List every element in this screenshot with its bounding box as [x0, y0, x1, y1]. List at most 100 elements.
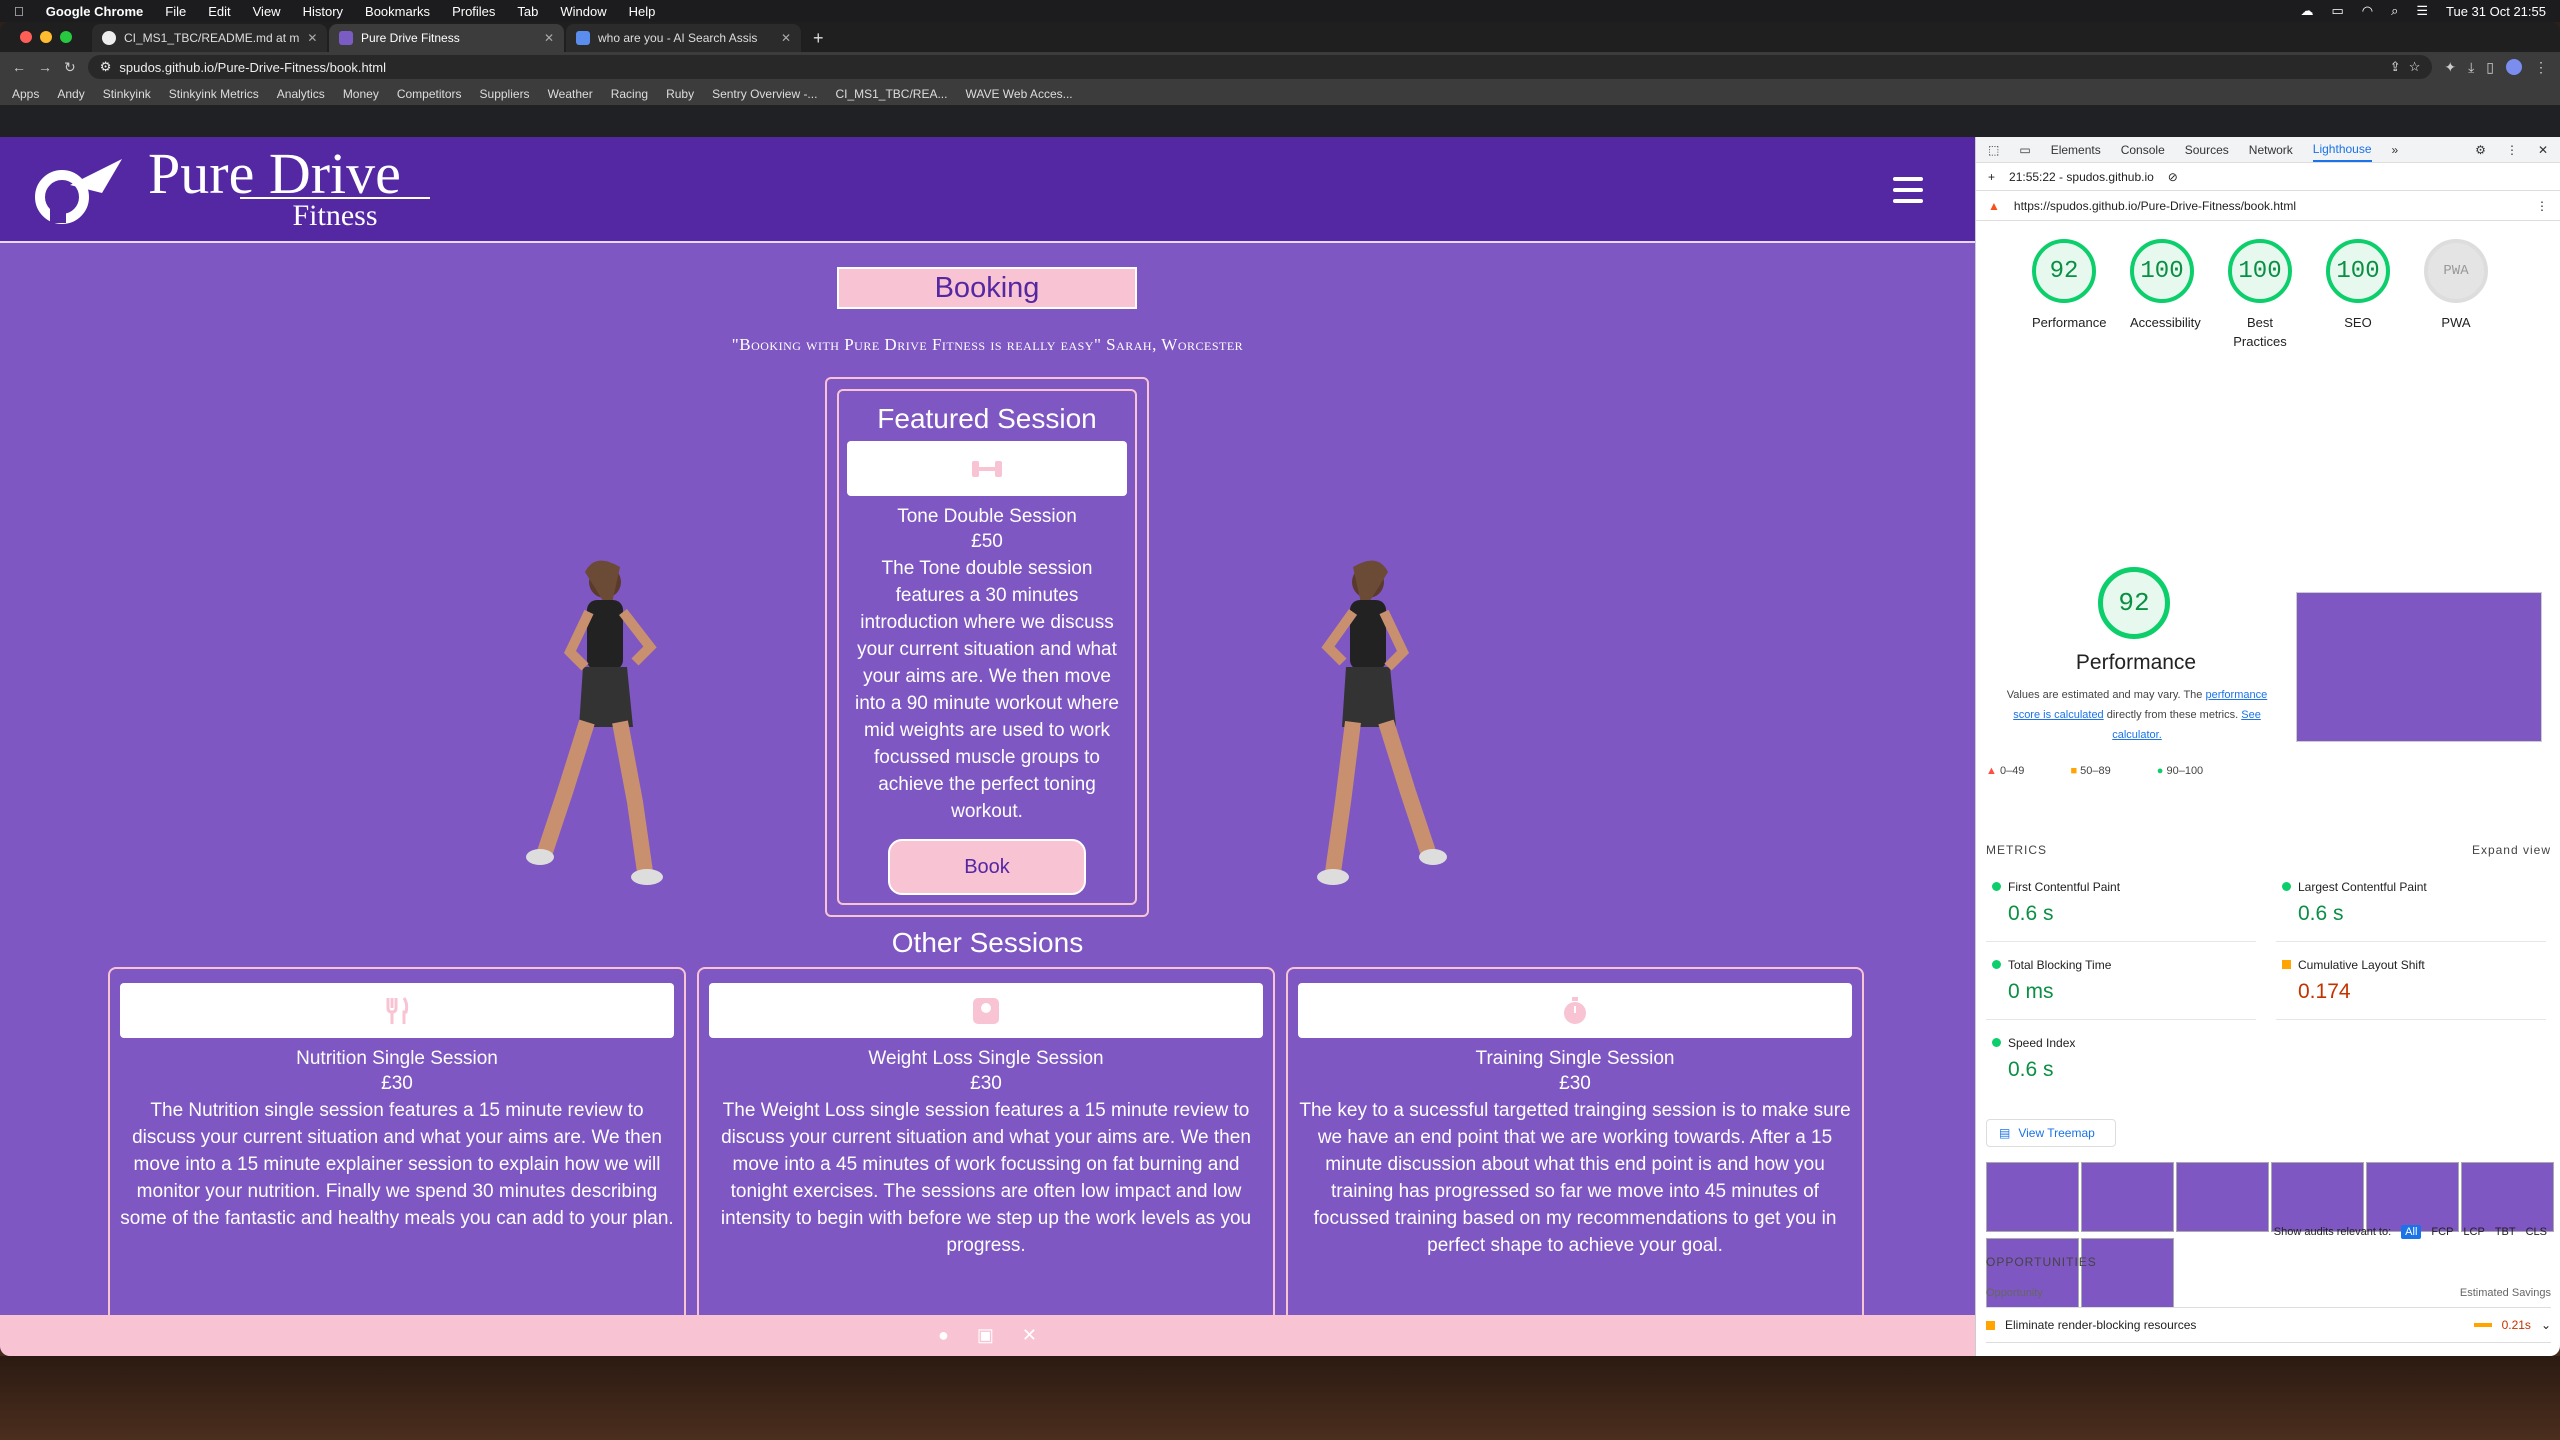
- bookmark-star-icon[interactable]: ☆: [2409, 59, 2421, 75]
- extensions-icon[interactable]: ✦: [2444, 59, 2456, 76]
- bookmark-folder[interactable]: Money: [343, 87, 379, 101]
- close-tab-icon[interactable]: ✕: [781, 31, 791, 45]
- forward-icon[interactable]: →: [38, 59, 52, 75]
- logo-title[interactable]: Pure Drive: [148, 145, 401, 203]
- download-icon[interactable]: ⤓: [2468, 59, 2474, 76]
- tab-elements[interactable]: Elements: [2051, 143, 2101, 157]
- session-description: The Weight Loss single session features …: [720, 1100, 1252, 1256]
- book-button[interactable]: Book: [888, 839, 1086, 895]
- facebook-icon[interactable]: ●: [938, 1325, 949, 1346]
- report-selector[interactable]: 21:55:22 - spudos.github.io: [2009, 170, 2154, 184]
- chrome-menu-icon[interactable]: ⋮: [2534, 59, 2548, 76]
- bookmark-link[interactable]: Sentry Overview -...: [712, 87, 817, 101]
- metric-fcp: First Contentful Paint 0.6 s: [1986, 872, 2256, 942]
- menu-edit[interactable]: Edit: [208, 4, 230, 19]
- cloud-icon[interactable]: ☁: [2300, 3, 2313, 19]
- close-tab-icon[interactable]: ✕: [307, 31, 317, 45]
- minimize-window-button[interactable]: [40, 31, 52, 43]
- view-treemap-button[interactable]: ▤ View Treemap: [1986, 1119, 2116, 1147]
- filter-cls[interactable]: CLS: [2526, 1226, 2547, 1238]
- performance-title: Performance: [2075, 651, 2197, 674]
- devtools-menu-icon[interactable]: ⋮: [2506, 143, 2518, 157]
- browser-tab-readme[interactable]: CI_MS1_TBC/README.md at m ✕: [92, 24, 327, 52]
- filmstrip-frame: [1986, 1162, 2079, 1232]
- report-menu-icon[interactable]: ⋮: [2536, 199, 2548, 213]
- inspect-icon[interactable]: ⬚: [1988, 143, 1999, 157]
- battery-icon[interactable]: ▭: [2331, 3, 2343, 19]
- bookmark-folder[interactable]: Stinkyink: [103, 87, 151, 101]
- chevron-down-icon[interactable]: ⌄: [2541, 1318, 2551, 1332]
- site-info-icon[interactable]: ⚙: [100, 59, 112, 75]
- menu-window[interactable]: Window: [560, 4, 606, 19]
- menu-view[interactable]: View: [253, 4, 281, 19]
- new-report-icon[interactable]: +: [1988, 170, 1995, 184]
- tab-network[interactable]: Network: [2249, 143, 2293, 157]
- expand-view-link[interactable]: Expand view: [2472, 843, 2551, 857]
- reload-icon[interactable]: ↻: [64, 59, 76, 76]
- tab-console[interactable]: Console: [2121, 143, 2165, 157]
- apple-menu-icon[interactable]: : [14, 4, 24, 19]
- tab-lighthouse[interactable]: Lighthouse: [2312, 142, 2372, 162]
- metrics-header: METRICS Expand view: [1986, 843, 2551, 857]
- search-icon[interactable]: ⌕: [2391, 3, 2398, 19]
- close-devtools-icon[interactable]: ✕: [2538, 143, 2548, 157]
- menu-history[interactable]: History: [303, 4, 343, 19]
- legend-average: ■ 50–89: [2070, 765, 2111, 777]
- bookmark-folder[interactable]: Racing: [611, 87, 648, 101]
- filter-all[interactable]: All: [2401, 1225, 2422, 1239]
- bookmark-folder[interactable]: Competitors: [397, 87, 462, 101]
- sidepanel-icon[interactable]: ▯: [2486, 59, 2494, 76]
- training-session-card: Training Single Session £30 The key to a…: [1286, 967, 1864, 1327]
- wifi-icon[interactable]: ◠: [2362, 3, 2373, 19]
- best-practices-gauge[interactable]: 100 Best Practices: [2228, 239, 2292, 351]
- bookmark-link[interactable]: WAVE Web Acces...: [965, 87, 1072, 101]
- logo-icon[interactable]: [32, 155, 127, 225]
- opportunity-row[interactable]: Eliminate render-blocking resources 0.21…: [1986, 1312, 2551, 1343]
- bookmark-folder[interactable]: Suppliers: [480, 87, 530, 101]
- new-tab-button[interactable]: +: [803, 28, 834, 49]
- bookmark-folder[interactable]: Ruby: [666, 87, 694, 101]
- menu-bookmarks[interactable]: Bookmarks: [365, 4, 430, 19]
- maximize-window-button[interactable]: [60, 31, 72, 43]
- filter-fcp[interactable]: FCP: [2431, 1226, 2453, 1238]
- pwa-gauge[interactable]: PWA PWA: [2424, 239, 2488, 351]
- bookmark-folder[interactable]: Stinkyink Metrics: [169, 87, 259, 101]
- menu-file[interactable]: File: [165, 4, 186, 19]
- bookmark-folder[interactable]: Analytics: [277, 87, 325, 101]
- browser-tab-pure-drive[interactable]: Pure Drive Fitness ✕: [329, 24, 564, 52]
- menu-help[interactable]: Help: [629, 4, 656, 19]
- browser-tab-ai-search[interactable]: who are you - AI Search Assis ✕: [566, 24, 801, 52]
- control-center-icon[interactable]: ☰: [2416, 3, 2428, 19]
- savings-bar: [2473, 1323, 2492, 1327]
- settings-gear-icon[interactable]: ⚙: [2475, 143, 2486, 157]
- tab-sources[interactable]: Sources: [2185, 143, 2229, 157]
- x-icon[interactable]: ✕: [1022, 1325, 1037, 1346]
- menu-clock[interactable]: Tue 31 Oct 21:55: [2446, 4, 2546, 19]
- final-screenshot-thumbnail[interactable]: [2296, 592, 2542, 742]
- bookmark-folder[interactable]: Weather: [548, 87, 593, 101]
- url-text: spudos.github.io/Pure-Drive-Fitness/book…: [119, 59, 387, 75]
- menu-profiles[interactable]: Profiles: [452, 4, 495, 19]
- instagram-icon[interactable]: ▣: [977, 1325, 994, 1346]
- close-tab-icon[interactable]: ✕: [544, 31, 554, 45]
- address-bar[interactable]: ⚙ spudos.github.io/Pure-Drive-Fitness/bo…: [87, 55, 2433, 79]
- device-toggle-icon[interactable]: ▭: [2019, 143, 2030, 157]
- seo-gauge[interactable]: 100 SEO: [2326, 239, 2390, 351]
- menu-tab[interactable]: Tab: [517, 4, 538, 19]
- bookmark-apps[interactable]: Apps: [12, 87, 39, 101]
- filter-lcp[interactable]: LCP: [2463, 1226, 2484, 1238]
- filter-tbt[interactable]: TBT: [2495, 1226, 2516, 1238]
- app-name[interactable]: Google Chrome: [46, 4, 144, 19]
- more-tabs-icon[interactable]: »: [2392, 143, 2399, 157]
- clear-icon[interactable]: ⊘: [2168, 170, 2178, 184]
- share-icon[interactable]: ⇪: [2390, 59, 2401, 75]
- accessibility-gauge[interactable]: 100 Accessibility: [2130, 239, 2201, 351]
- bookmark-link[interactable]: CI_MS1_TBC/REA...: [835, 87, 947, 101]
- back-icon[interactable]: ←: [12, 59, 26, 75]
- runner-image: [526, 560, 663, 885]
- performance-gauge[interactable]: 92 Performance: [2032, 239, 2106, 351]
- profile-avatar[interactable]: [2506, 59, 2522, 75]
- hamburger-menu-icon[interactable]: [1893, 177, 1923, 203]
- bookmark-folder[interactable]: Andy: [57, 87, 84, 101]
- close-window-button[interactable]: [20, 31, 32, 43]
